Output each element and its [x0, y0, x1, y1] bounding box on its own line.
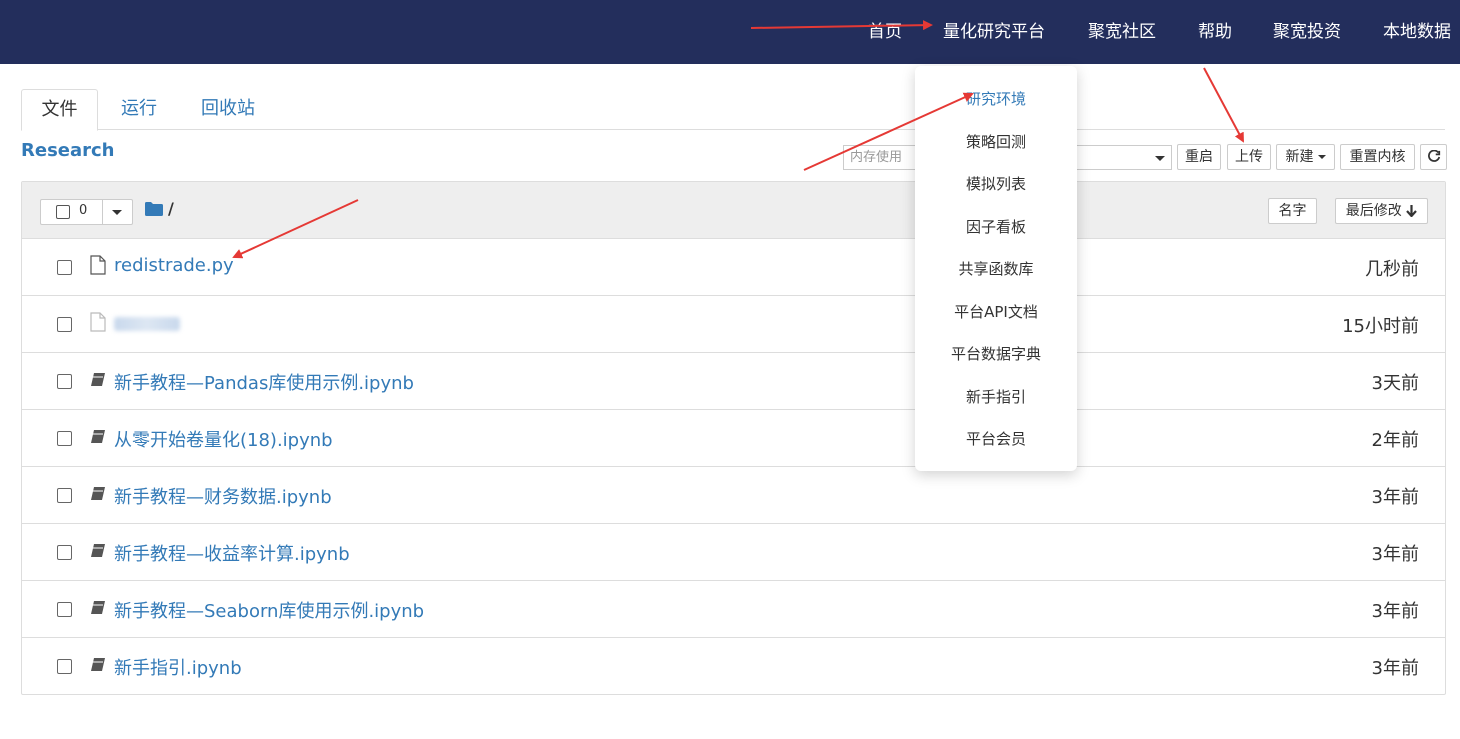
refresh-icon [1427, 149, 1440, 162]
nav-community[interactable]: 聚宽社区 [1088, 0, 1156, 64]
file-name-link[interactable]: 新手教程—Seaborn库使用示例.ipynb [114, 597, 424, 623]
nav-help[interactable]: 帮助 [1198, 0, 1232, 64]
file-name-link[interactable]: 从零开始卷量化(18).ipynb [114, 426, 333, 452]
nav-investment[interactable]: 聚宽投资 [1273, 0, 1341, 64]
file-modified-time: 15小时前 [1342, 316, 1419, 337]
file-modified-time: 3年前 [1371, 544, 1419, 565]
file-name-link[interactable]: redistrade.py [114, 255, 234, 276]
table-row[interactable]: 15小时前 [22, 296, 1445, 353]
notebook-icon [91, 487, 105, 500]
row-checkbox[interactable] [57, 317, 72, 332]
blurred-file-name[interactable] [114, 317, 180, 331]
file-name-link[interactable]: 新手指引.ipynb [114, 654, 242, 680]
selected-count: 0 [79, 203, 88, 218]
menu-item-research-env[interactable]: 研究环境 [915, 88, 1077, 109]
tab-trash[interactable]: 回收站 [189, 89, 267, 130]
table-row[interactable]: 新手教程—Seaborn库使用示例.ipynb 3年前 [22, 581, 1445, 638]
menu-item-simulation-list[interactable]: 模拟列表 [915, 173, 1077, 194]
tab-files[interactable]: 文件 [21, 89, 98, 131]
menu-item-membership[interactable]: 平台会员 [915, 428, 1077, 449]
file-modified-time: 3天前 [1371, 373, 1419, 394]
menu-item-backtest[interactable]: 策略回测 [915, 131, 1077, 152]
table-row[interactable]: 新手指引.ipynb 3年前 [22, 638, 1445, 695]
select-all-checkbox[interactable] [56, 205, 70, 219]
file-name-link[interactable]: 新手教程—收益率计算.ipynb [114, 540, 350, 566]
notebook-icon [91, 373, 105, 386]
menu-item-shared-library[interactable]: 共享函数库 [915, 258, 1077, 279]
file-modified-time: 2年前 [1371, 430, 1419, 451]
file-icon [90, 255, 106, 275]
row-checkbox[interactable] [57, 488, 72, 503]
row-checkbox[interactable] [57, 545, 72, 560]
reset-kernel-button[interactable]: 重置内核 [1340, 144, 1415, 170]
notebook-icon [91, 430, 105, 443]
notebook-icon [91, 658, 105, 671]
chevron-down-icon[interactable] [112, 210, 122, 215]
row-checkbox[interactable] [57, 260, 72, 275]
divider [102, 200, 103, 224]
nav-quant-research-platform[interactable]: 量化研究平台 [943, 0, 1045, 64]
top-navbar: 首页 量化研究平台 聚宽社区 帮助 聚宽投资 本地数据 [0, 0, 1460, 64]
memory-usage-field: 内存使用 [843, 145, 917, 170]
restart-button[interactable]: 重启 [1177, 144, 1221, 170]
nav-local-data[interactable]: 本地数据 [1383, 0, 1451, 64]
file-list-header: 0 / 名字 最后修改 [22, 182, 1445, 239]
table-row[interactable]: redistrade.py 几秒前 [22, 239, 1445, 296]
new-button-label: 新建 [1285, 149, 1314, 165]
select-all-group[interactable]: 0 [40, 199, 133, 225]
file-name-link[interactable]: 新手教程—财务数据.ipynb [114, 483, 332, 509]
file-list: 0 / 名字 最后修改 redistrade.py 几秒前 15小时前 新手教程… [21, 181, 1446, 695]
chevron-down-icon [1317, 155, 1326, 159]
file-name-link[interactable]: 新手教程—Pandas库使用示例.ipynb [114, 369, 414, 395]
table-row[interactable]: 新手教程—收益率计算.ipynb 3年前 [22, 524, 1445, 581]
menu-item-factor-board[interactable]: 因子看板 [915, 216, 1077, 237]
row-checkbox[interactable] [57, 431, 72, 446]
sort-by-modified-label: 最后修改 [1345, 203, 1402, 219]
nav-home[interactable]: 首页 [868, 0, 902, 64]
menu-item-api-docs[interactable]: 平台API文档 [915, 301, 1077, 322]
upload-button[interactable]: 上传 [1227, 144, 1271, 170]
platform-dropdown-menu: 研究环境 策略回测 模拟列表 因子看板 共享函数库 平台API文档 平台数据字典… [915, 66, 1077, 471]
breadcrumb[interactable]: / [168, 199, 174, 218]
table-row[interactable]: 新手教程—财务数据.ipynb 3年前 [22, 467, 1445, 524]
notebook-icon [91, 601, 105, 614]
file-modified-time: 几秒前 [1365, 259, 1419, 280]
row-checkbox[interactable] [57, 374, 72, 389]
kernel-select[interactable] [1076, 145, 1172, 170]
menu-item-beginner-guide[interactable]: 新手指引 [915, 386, 1077, 407]
arrow-down-icon [1406, 205, 1418, 218]
row-checkbox[interactable] [57, 602, 72, 617]
page-title: Research [21, 140, 115, 161]
file-modified-time: 3年前 [1371, 658, 1419, 679]
notebook-icon [91, 544, 105, 557]
file-modified-time: 3年前 [1371, 487, 1419, 508]
chevron-down-icon [1155, 156, 1165, 161]
file-tabs: 文件 运行 回收站 [21, 89, 1445, 131]
sort-by-modified-button[interactable]: 最后修改 [1335, 198, 1428, 224]
menu-item-data-dictionary[interactable]: 平台数据字典 [915, 343, 1077, 364]
row-checkbox[interactable] [57, 659, 72, 674]
sort-by-name-button[interactable]: 名字 [1268, 198, 1317, 224]
table-row[interactable]: 从零开始卷量化(18).ipynb 2年前 [22, 410, 1445, 467]
table-row[interactable]: 新手教程—Pandas库使用示例.ipynb 3天前 [22, 353, 1445, 410]
file-icon [90, 312, 106, 332]
file-modified-time: 3年前 [1371, 601, 1419, 622]
refresh-button[interactable] [1420, 144, 1447, 170]
folder-icon [145, 202, 163, 216]
new-button[interactable]: 新建 [1276, 144, 1335, 170]
tab-running[interactable]: 运行 [107, 89, 171, 130]
